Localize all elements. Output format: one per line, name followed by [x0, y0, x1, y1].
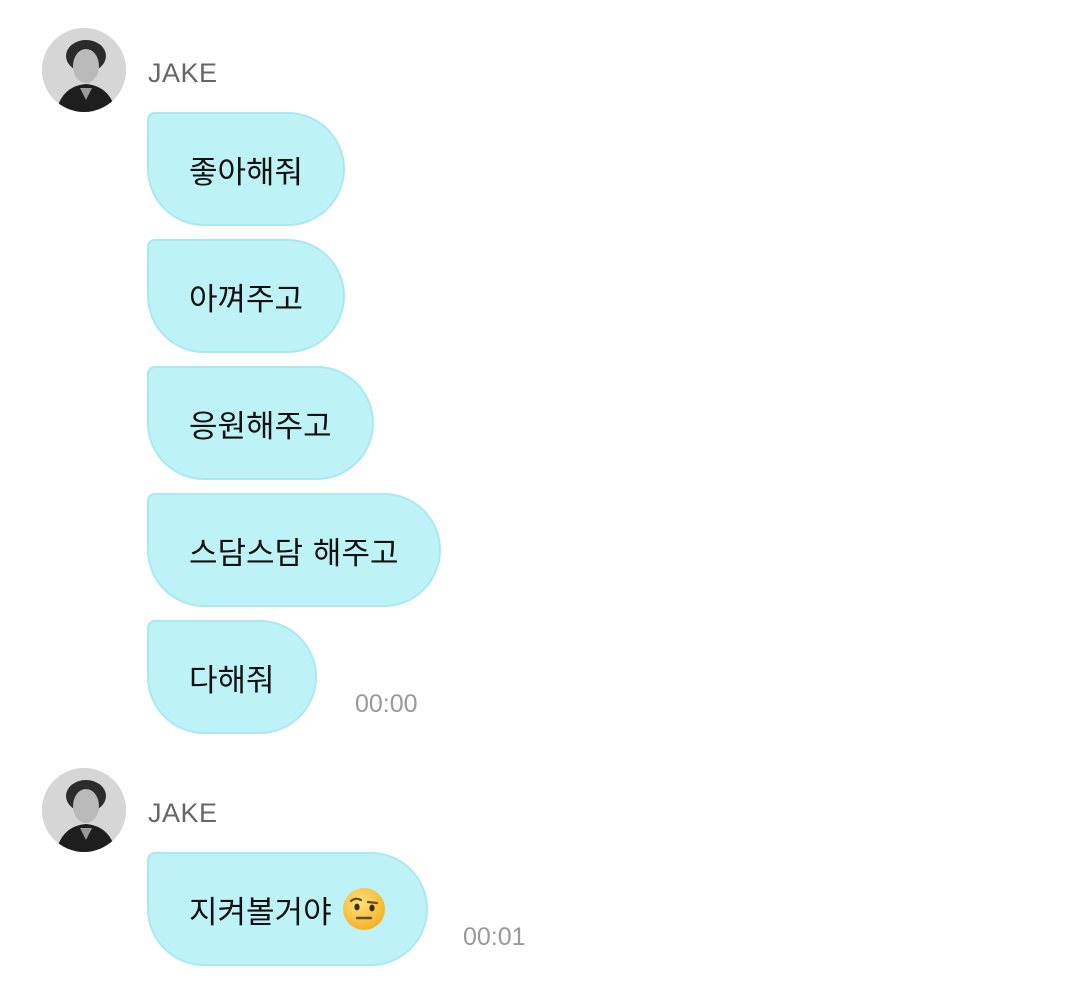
sender-avatar[interactable]	[42, 28, 126, 112]
message-bubble[interactable]: 좋아해줘	[147, 112, 346, 226]
message-bubble[interactable]: 응원해주고	[147, 366, 374, 480]
avatar-photo-icon	[42, 28, 126, 112]
message-timestamp: 00:01	[463, 923, 526, 951]
message-bubble[interactable]: 아껴주고	[147, 239, 346, 353]
sender-avatar[interactable]	[42, 768, 126, 852]
message-timestamp: 00:00	[355, 690, 418, 718]
sender-name: JAKE	[148, 58, 218, 88]
sender-name: JAKE	[148, 798, 218, 828]
avatar-photo-icon	[42, 768, 126, 852]
message-text: 지켜볼거야	[189, 894, 332, 931]
message-bubble[interactable]: 지켜볼거야	[147, 852, 428, 966]
message-bubble[interactable]: 스담스담 해주고	[147, 493, 441, 607]
face-with-raised-eyebrow-emoji-icon	[342, 887, 386, 931]
message-bubble[interactable]: 다해줘	[147, 620, 317, 734]
